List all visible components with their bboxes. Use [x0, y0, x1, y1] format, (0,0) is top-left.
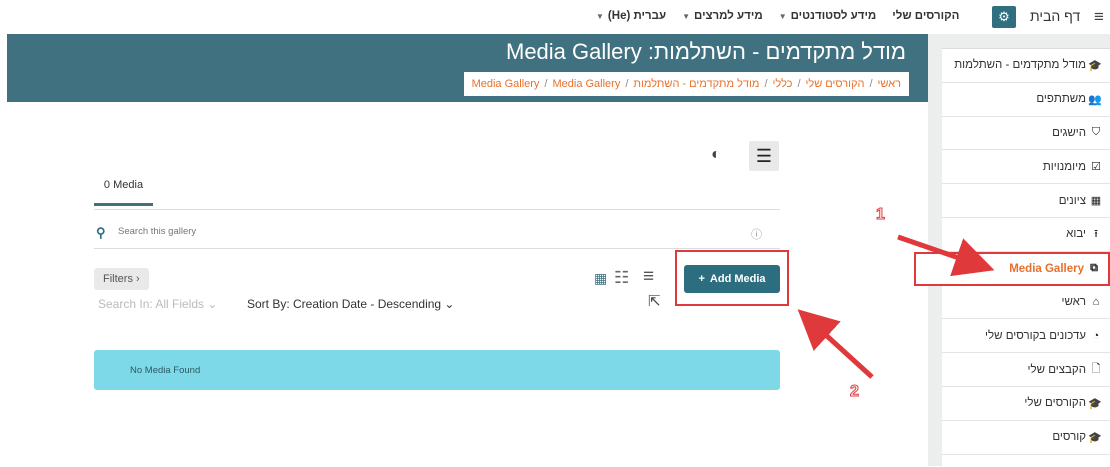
breadcrumb-item[interactable]: כללי — [773, 78, 793, 90]
tab-divider — [94, 209, 780, 210]
sidebar-item-9[interactable]: 🗋 הקבצים שלי — [942, 353, 1110, 387]
sidebar-item-label: יבוא — [1066, 228, 1086, 241]
nav-item-label: מידע לסטודנטים — [790, 10, 877, 22]
empty-state-alert: No Media Found — [94, 350, 780, 390]
caret-down-icon: ▼ — [682, 12, 691, 21]
add-media-button[interactable]: + Add Media — [684, 265, 780, 293]
sidebar-item-2[interactable]: ⛉ הישגים — [942, 117, 1110, 151]
arrow-2 — [797, 309, 874, 379]
hamburger-icon[interactable]: ≡ — [1094, 8, 1104, 25]
sidebar-item-8[interactable]: ◔ עדכונים בקורסים שלי — [942, 319, 1110, 354]
grid-view-icon[interactable]: ▦ — [594, 270, 607, 287]
page-title: מודל מתקדמים - השתלמות: Media Gallery — [506, 39, 906, 64]
upload-icon: ⭱ — [1094, 227, 1098, 240]
list-view-icon[interactable]: ☷ — [614, 268, 629, 288]
caret-down-icon: ▼ — [778, 12, 787, 21]
annotation-label-1: 1 — [876, 206, 886, 224]
tab-media[interactable]: 0 Media — [94, 179, 153, 206]
breadcrumb-item[interactable]: Media Gallery — [472, 78, 540, 90]
sidebar-item-label: הקורסים שלי — [1024, 397, 1086, 410]
page-header: מודל מתקדמים - השתלמות: Media Gallery רא… — [7, 34, 939, 102]
sidebar-item-10[interactable]: 🎓 הקורסים שלי — [942, 387, 1110, 421]
nav-item-3[interactable]: עברית (He)▼ — [596, 10, 666, 22]
sort-by-select[interactable]: Sort By: Creation Date - Descending ⌄ — [247, 297, 454, 311]
sidebar-item-4[interactable]: ▦ ציונים — [942, 184, 1110, 218]
gallery-icon: ⧉ — [1090, 262, 1098, 275]
shield-icon: ⛉ — [1091, 126, 1101, 139]
sidebar-item-5[interactable]: ⭱ יבוא — [942, 218, 1110, 252]
nav-item-label: מידע למרצים — [694, 10, 763, 22]
gallery-search: ⚲ ⓘ — [94, 222, 780, 249]
info-icon[interactable]: ⓘ — [751, 226, 762, 242]
sidebar-item-7[interactable]: ⌂ ראשי — [942, 286, 1110, 320]
sidebar-item-1[interactable]: 👥 משתתפים — [942, 83, 1110, 117]
breadcrumb-item[interactable]: Media Gallery — [552, 78, 620, 90]
sidebar-item-label: Media Gallery — [1009, 262, 1084, 275]
layout-toggle-icon[interactable]: ☰ — [749, 141, 779, 171]
sidebar-item-6[interactable]: ⧉ Media Gallery — [914, 251, 1110, 286]
search-icon[interactable]: ⚲ — [96, 225, 106, 241]
sidebar-item-label: הקבצים שלי — [1027, 363, 1086, 376]
mouse-cursor-icon: ⇱ — [648, 293, 661, 310]
nav-item-label: עברית (He) — [607, 10, 667, 22]
sidebar-item-label: מודל מתקדמים - השתלמות — [954, 59, 1086, 72]
graduation-cap-icon: 🎓 — [1088, 59, 1102, 72]
sidebar-item-label: ראשי — [1061, 295, 1086, 308]
annotation-label-2: 2 — [850, 383, 860, 401]
sidebar-item-11[interactable]: 🎓 קורסים — [942, 421, 1110, 455]
contrast-icon[interactable]: ◐ — [711, 146, 721, 164]
graduation-cap-icon: 🎓 — [1088, 397, 1102, 410]
nav-menu: הקורסים שלי מידע לסטודנטים▼ מידע למרצים▼ עב… — [596, 10, 959, 22]
search-in-select[interactable]: Search In: All Fields ⌄ — [98, 297, 217, 311]
breadcrumb-separator: / — [764, 78, 768, 90]
home-link[interactable]: דף הבית — [1030, 8, 1080, 24]
sidebar-item-label: מיומנויות — [1042, 160, 1086, 173]
nav-item-label: הקורסים שלי — [892, 10, 960, 22]
sidebar-item-3[interactable]: ☑ מיומנויות — [942, 150, 1110, 185]
rows-view-icon[interactable]: ≡ — [643, 266, 654, 288]
breadcrumb: ראשי / הקורסים שלי / כללי / מודל מתקדמים - השת… — [463, 72, 909, 96]
breadcrumb-separator: / — [625, 78, 629, 90]
breadcrumb-separator: / — [544, 78, 548, 90]
sidebar-item-label: עדכונים בקורסים שלי — [985, 329, 1086, 342]
nav-item-1[interactable]: מידע לסטודנטים▼ — [779, 10, 877, 22]
home-icon: ⌂ — [1092, 295, 1100, 308]
breadcrumb-item[interactable]: מודל מתקדמים - השתלמות — [633, 78, 759, 90]
plus-icon: + — [698, 273, 705, 285]
nav-item-0[interactable]: הקורסים שלי — [892, 10, 959, 22]
check-square-icon: ☑ — [1091, 161, 1101, 174]
sidebar-item-label: קורסים — [1052, 431, 1086, 444]
sidebar-item-label: הישגים — [1052, 126, 1086, 139]
breadcrumb-separator: / — [869, 78, 873, 90]
users-icon: 👥 — [1088, 93, 1102, 106]
breadcrumb-item[interactable]: ראשי — [878, 78, 901, 90]
nav-item-2[interactable]: מידע למרצים▼ — [682, 10, 763, 22]
cogs-icon[interactable]: ⚙ — [992, 6, 1016, 28]
dashboard-icon: ◔ — [1092, 329, 1100, 342]
sidebar-item-label: ציונים — [1058, 194, 1086, 207]
empty-state-text: No Media Found — [130, 365, 201, 376]
caret-down-icon: ▼ — [596, 12, 604, 21]
breadcrumb-separator: / — [797, 78, 801, 90]
search-input[interactable] — [116, 225, 680, 238]
table-icon: ▦ — [1090, 195, 1102, 208]
sidebar-item-label: משתתפים — [1036, 93, 1086, 106]
breadcrumb-item[interactable]: הקורסים שלי — [806, 78, 865, 90]
top-navbar: ≡ דף הבית ⚙ הקורסים שלי מידע לסטודנטים▼ מי… — [0, 0, 1110, 34]
graduation-cap-icon: 🎓 — [1088, 431, 1102, 444]
filters-button[interactable]: Filters › — [94, 268, 149, 290]
sidebar-item-0[interactable]: 🎓 מודל מתקדמים - השתלמות — [942, 49, 1110, 83]
navigation-block: 🎓 מודל מתקדמים - השתלמות 👥 משתתפים ⛉ הישגים ☑ מ… — [914, 48, 1110, 467]
add-media-label: Add Media — [709, 273, 766, 285]
file-icon: 🗋 — [1091, 363, 1101, 376]
